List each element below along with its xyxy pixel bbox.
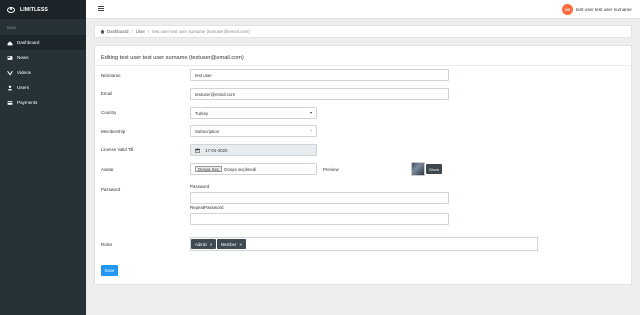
calendar-icon [195, 148, 200, 153]
dashboard-icon [7, 40, 13, 46]
sidebar-item-users[interactable]: Users [0, 80, 86, 95]
sidebar-item-payments[interactable]: Payments [0, 95, 86, 110]
sidebar-item-news[interactable]: News [0, 50, 86, 65]
membership-value: Subscription [195, 128, 220, 134]
role-tag-label: Member [221, 241, 237, 247]
breadcrumb-separator: / [148, 29, 150, 34]
avatar[interactable]: OG [562, 4, 573, 15]
sidebar-section-label: MAIN [7, 26, 16, 30]
top-bar: OG test user test user surname [86, 0, 640, 19]
repeat-password-input[interactable] [190, 213, 449, 225]
show-button[interactable]: Show [426, 164, 442, 174]
preview-label: Preview [323, 167, 339, 172]
sidebar-item-label: Videos [17, 70, 31, 75]
user-menu-name[interactable]: test user test user surname [576, 7, 632, 12]
avatar-file-input[interactable]: Dosya Seç Dosya seçilmedi [190, 163, 317, 175]
user-icon [7, 85, 13, 91]
divider [95, 65, 631, 66]
breadcrumb-user[interactable]: User [136, 29, 145, 34]
email-input[interactable]: testuser@email.com [190, 88, 449, 100]
avatar-preview-image [411, 162, 425, 176]
caret-down-icon [310, 112, 312, 114]
brand[interactable]: LIMITLESS [0, 0, 86, 19]
close-icon[interactable]: × [239, 242, 242, 247]
videos-icon [7, 70, 13, 76]
eye-logo-icon [7, 6, 15, 13]
sidebar-item-label: Users [17, 85, 29, 90]
edit-user-card: Editing test user test user surname (tes… [94, 45, 632, 285]
avatar-label: Avatar [101, 167, 114, 172]
country-select[interactable]: Turkey [190, 107, 317, 119]
membership-select[interactable]: Subscription ˅ [190, 125, 317, 137]
save-button[interactable]: Save [101, 265, 118, 276]
file-status: Dosya seçilmedi [224, 166, 257, 172]
menu-icon[interactable] [98, 6, 104, 12]
password-label: Password [101, 187, 121, 192]
country-value: Turkey [195, 110, 209, 116]
page-title: Editing test user test user surname (tes… [101, 55, 244, 61]
sidebar-item-label: Dashboard [17, 40, 40, 45]
nickname-label: Nickname [101, 73, 121, 78]
breadcrumb-dashboard[interactable]: Dashboard [107, 29, 128, 34]
payments-icon [7, 100, 13, 106]
sidebar-item-label: Payments [17, 100, 38, 105]
license-label: License Valid Till [101, 147, 134, 152]
sidebar-item-label: News [17, 55, 29, 60]
repeat-password-label: RepeatPassword [190, 205, 224, 210]
sidebar-item-videos[interactable]: Videos [0, 65, 86, 80]
sidebar: LIMITLESS MAIN Dashboard News Videos Use… [0, 0, 86, 315]
home-icon [100, 29, 105, 34]
news-icon [7, 55, 13, 61]
nickname-input[interactable]: test user [190, 69, 449, 81]
license-date-value: 17-04-2020 [205, 147, 228, 153]
country-label: Country [101, 110, 117, 115]
breadcrumb-current: test user test user surname (testuser@em… [152, 29, 250, 34]
close-icon[interactable]: × [210, 242, 213, 247]
membership-label: Membership [101, 129, 126, 134]
roles-label: Roles [101, 242, 113, 247]
breadcrumb: Dashboard / User / test user test user s… [94, 25, 632, 38]
role-tag-member[interactable]: Member × [217, 239, 246, 249]
sidebar-item-dashboard[interactable]: Dashboard [0, 35, 86, 50]
license-date-field[interactable]: 17-04-2020 [190, 144, 317, 156]
breadcrumb-separator: / [131, 29, 133, 34]
choose-file-button[interactable]: Dosya Seç [195, 166, 223, 172]
password-field-label: Password [190, 184, 210, 189]
brand-name: LIMITLESS [20, 6, 48, 13]
chevron-down-icon: ˅ [310, 129, 312, 133]
email-label: Email [101, 91, 112, 96]
role-tag-label: Admin [195, 241, 207, 247]
password-input[interactable] [190, 192, 449, 204]
role-tag-admin[interactable]: Admin × [191, 239, 217, 249]
